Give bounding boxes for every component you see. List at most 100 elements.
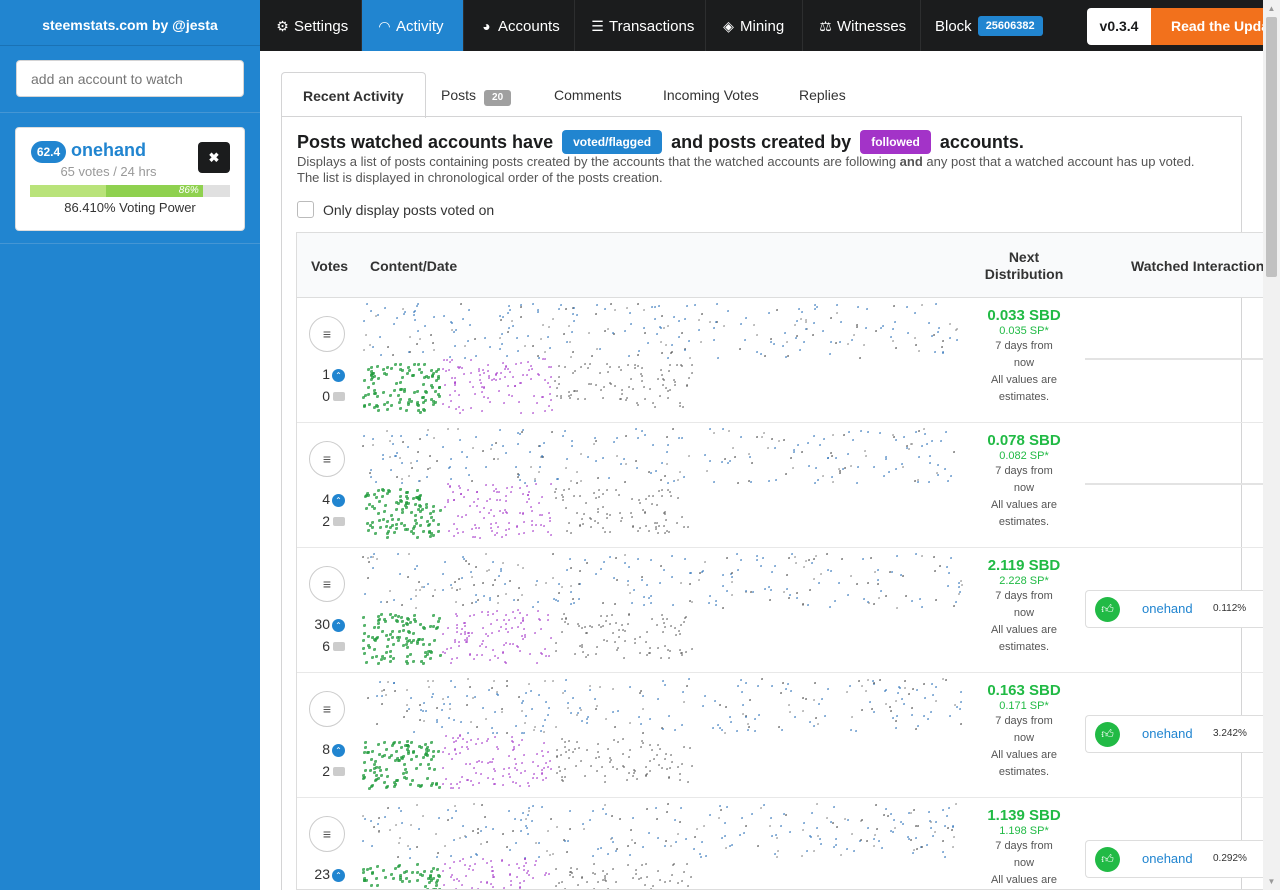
vote-count-value: 23 — [314, 866, 330, 882]
watch-account-input[interactable] — [16, 60, 244, 97]
headline-text: Posts watched accounts have — [297, 132, 554, 152]
table-row: ≡ 8 ⌃ 2 0.163 SBD 0.171 SP* 7 days from now All … — [297, 673, 1280, 798]
cube-icon: ◈ — [723, 18, 734, 34]
remove-account-button[interactable]: ✖ — [198, 142, 230, 173]
top-navigation: ⚙ Settings ◠ Activity ◕ Accounts ☰ Transacti… — [260, 0, 1280, 51]
upvote-icon[interactable]: ⌃ — [332, 494, 345, 507]
tab-label: Posts — [441, 87, 477, 103]
payout-time-line: 7 days from — [995, 465, 1053, 477]
post-link-icon[interactable]: ≡ — [309, 316, 345, 352]
interaction-account-link[interactable]: onehand — [1142, 726, 1193, 741]
next-distribution-cell: 0.033 SBD 0.035 SP* 7 days from now All valu… — [970, 298, 1078, 422]
version-label: v0.3.4 — [1087, 8, 1151, 45]
nav-accounts[interactable]: ◕ Accounts — [464, 0, 575, 51]
page-scrollbar[interactable]: ▲ ▼ — [1263, 0, 1280, 890]
scroll-up-icon[interactable]: ▲ — [1267, 4, 1276, 13]
vote-count: 30 ⌃ — [297, 616, 345, 632]
payout-sp: 0.035 SP* — [999, 325, 1049, 337]
vote-count: 1 ⌃ — [297, 366, 345, 382]
desc-text: Displays a list of posts containing post… — [297, 154, 900, 169]
post-content-preview[interactable] — [362, 678, 972, 793]
nav-transactions[interactable]: ☰ Transactions — [575, 0, 706, 51]
activity-tabs: Recent Activity Posts 20 Comments Incomin… — [281, 72, 1241, 118]
post-content-preview[interactable] — [362, 553, 972, 668]
post-content-preview[interactable] — [362, 803, 972, 889]
votes-24h-text: 65 votes / 24 hrs — [60, 164, 157, 179]
followed-label: followed — [860, 130, 931, 154]
vote-count: 8 ⌃ — [297, 741, 345, 757]
post-content-preview[interactable] — [362, 428, 972, 543]
next-distribution-cell: 0.163 SBD 0.171 SP* 7 days from now All valu… — [970, 673, 1078, 797]
interaction-account-link[interactable]: onehand — [1142, 601, 1193, 616]
tab-posts[interactable]: Posts 20 — [420, 72, 532, 117]
payout-time-line: now — [1013, 732, 1035, 744]
payout-time-line: 7 days from — [995, 340, 1053, 352]
vote-count: 4 ⌃ — [297, 491, 345, 507]
only-voted-label[interactable]: Only display posts voted on — [323, 202, 494, 218]
post-link-icon[interactable]: ≡ — [309, 441, 345, 477]
nav-label: Activity — [396, 18, 444, 35]
upvote-icon[interactable]: ⌃ — [332, 744, 345, 757]
post-link-icon[interactable]: ≡ — [309, 566, 345, 602]
table-header: Votes Content/Date Next Distribution Watc… — [297, 233, 1280, 298]
tab-comments[interactable]: Comments — [533, 72, 643, 117]
nav-label: Settings — [294, 18, 349, 35]
tab-recent-activity[interactable]: Recent Activity — [281, 72, 426, 118]
voting-power-text: 86.410% Voting Power — [64, 200, 196, 215]
estimate-note: All values are — [990, 499, 1058, 511]
payout-sbd: 1.139 SBD — [987, 807, 1061, 824]
sidebar-divider — [0, 243, 260, 244]
nav-label: Accounts — [498, 18, 560, 35]
col-votes: Votes — [311, 258, 349, 274]
payout-time: 7 days from now All values are estimates. — [970, 588, 1078, 656]
vote-count-value: 1 — [322, 366, 330, 382]
nav-settings[interactable]: ⚙ Settings — [260, 0, 362, 51]
payout-sbd: 0.163 SBD — [987, 682, 1061, 699]
payout-time: 7 days from now All values are estimates. — [970, 713, 1078, 781]
interaction-percent: 0.112% — [1213, 603, 1247, 614]
nav-block[interactable]: Block 25606382 — [921, 0, 1070, 51]
comment-count-value: 6 — [322, 638, 330, 654]
payout-time-line: now — [1013, 607, 1035, 619]
post-link-icon[interactable]: ≡ — [309, 816, 345, 852]
payout-time-line: now — [1013, 357, 1035, 369]
interaction-account-link[interactable]: onehand — [1142, 851, 1193, 866]
post-link-icon[interactable]: ≡ — [309, 691, 345, 727]
only-voted-checkbox[interactable] — [297, 201, 314, 218]
thumbs-up-icon: 👍︎ — [1095, 847, 1120, 872]
account-name-link[interactable]: onehand — [71, 140, 146, 161]
upvote-icon[interactable]: ⌃ — [332, 869, 345, 882]
nav-witnesses[interactable]: ⚖ Witnesses — [803, 0, 921, 51]
scroll-down-icon[interactable]: ▼ — [1267, 877, 1276, 886]
tab-incoming-votes[interactable]: Incoming Votes — [642, 72, 780, 117]
headline-text: accounts. — [939, 132, 1024, 152]
voting-power-fill: 86% — [30, 185, 203, 197]
comment-icon — [333, 642, 345, 651]
vote-count: 23 ⌃ — [297, 866, 345, 882]
tab-replies[interactable]: Replies — [778, 72, 867, 117]
post-content-preview[interactable] — [362, 303, 972, 418]
upvote-icon[interactable]: ⌃ — [332, 369, 345, 382]
scrollbar-thumb[interactable] — [1266, 17, 1277, 277]
block-number-badge: 25606382 — [977, 16, 1043, 36]
nav-mining[interactable]: ◈ Mining — [706, 0, 803, 51]
payout-sp: 1.198 SP* — [999, 825, 1049, 837]
read-updates-button[interactable]: Read the Updates — [1151, 8, 1280, 45]
thumbs-up-icon: 👍︎ — [1095, 597, 1120, 622]
watched-account-card: 62.4 onehand 65 votes / 24 hrs ✖ 86% 86.… — [15, 127, 245, 231]
brand-title[interactable]: steemstats.com by @jesta — [0, 0, 260, 46]
activity-table: Votes Content/Date Next Distribution Watc… — [296, 232, 1280, 890]
gears-icon: ⚙ — [276, 18, 289, 34]
nav-activity[interactable]: ◠ Activity — [362, 0, 464, 51]
estimate-note: estimates. — [998, 641, 1050, 653]
pie-chart-icon: ◕ — [482, 18, 491, 34]
upvote-icon[interactable]: ⌃ — [332, 619, 345, 632]
interaction-percent: 3.242% — [1213, 728, 1247, 739]
payout-time-line: 7 days from — [995, 590, 1053, 602]
comment-count-value: 2 — [322, 763, 330, 779]
estimate-note: All values are — [990, 624, 1058, 636]
table-row: ≡ 4 ⌃ 2 0.078 SBD 0.082 SP* 7 days from now All … — [297, 423, 1280, 548]
desc-bold: and — [899, 154, 923, 169]
comment-count: 2 — [297, 763, 345, 779]
no-interaction-divider — [1085, 358, 1280, 360]
